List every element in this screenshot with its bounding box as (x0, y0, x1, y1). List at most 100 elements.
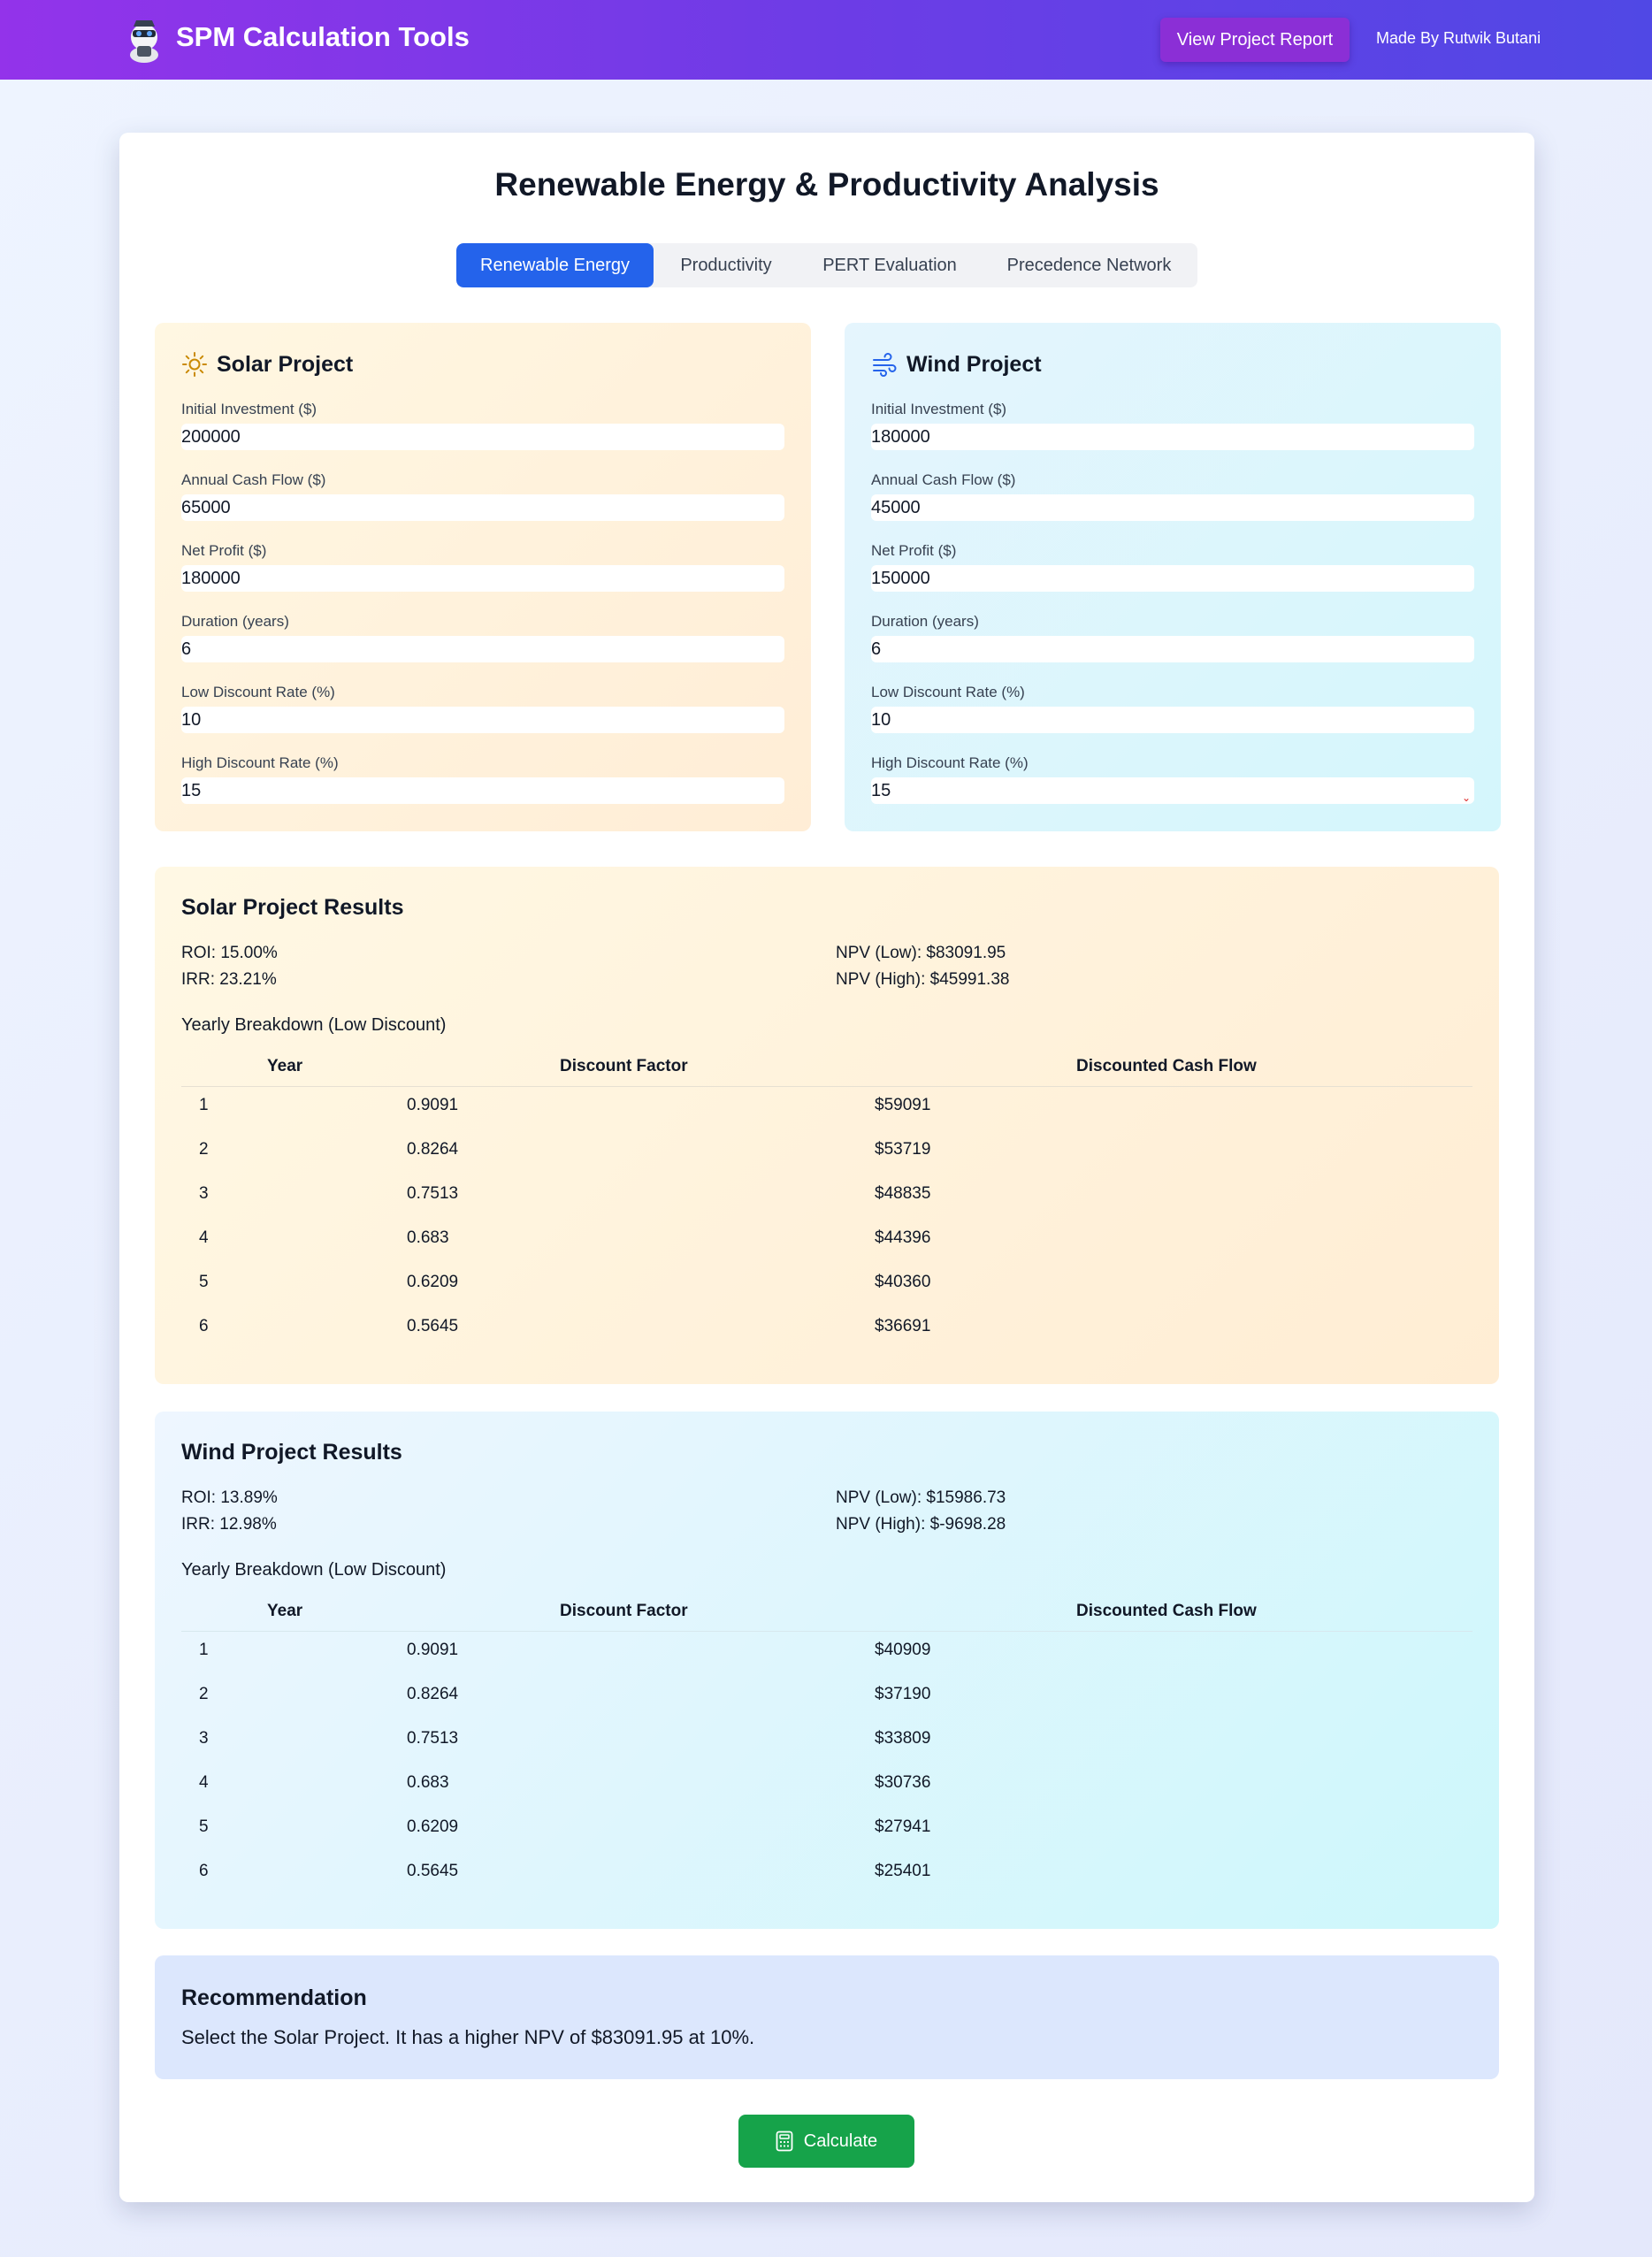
wind-breakdown-label: Yearly Breakdown (Low Discount) (181, 1560, 447, 1580)
solar-irr: IRR: 23.21% (181, 970, 277, 989)
cell-discount-factor: 0.8264 (407, 1140, 459, 1159)
cell-year: 1 (199, 1641, 209, 1659)
cell-year: 2 (199, 1140, 209, 1159)
calculate-button[interactable]: Calculate (738, 2115, 914, 2168)
table-row: 6 0.5645 $36691 (181, 1308, 1472, 1352)
solar-duration-input[interactable]: 6 (181, 636, 784, 662)
tab-pert-evaluation[interactable]: PERT Evaluation (799, 243, 981, 287)
solar-roi: ROI: 15.00% (181, 944, 278, 962)
cell-discount-factor: 0.683 (407, 1773, 449, 1792)
cell-year: 1 (199, 1096, 209, 1114)
table-header: Year Discount Factor Discounted Cash Flo… (181, 1057, 1472, 1087)
field-label: High Discount Rate (%) (871, 754, 1029, 771)
wind-breakdown-table: Year Discount Factor Discounted Cash Flo… (181, 1602, 1472, 1897)
cell-discounted-cash-flow: $40909 (875, 1641, 931, 1659)
solar-breakdown-table: Year Discount Factor Discounted Cash Flo… (181, 1057, 1472, 1352)
wind-low-discount-field: Low Discount Rate (%) 10 (871, 684, 1474, 733)
wind-annual-cash-flow-field: Annual Cash Flow ($) 45000 (871, 471, 1474, 521)
solar-project-panel: Solar Project Initial Investment ($) 200… (155, 323, 811, 831)
solar-annual-cash-flow-field: Annual Cash Flow ($) 65000 (181, 471, 784, 521)
table-row: 5 0.6209 $40360 (181, 1264, 1472, 1308)
column-header-discount-factor: Discount Factor (560, 1602, 688, 1620)
table-row: 4 0.683 $44396 (181, 1220, 1472, 1264)
table-row: 6 0.5645 $25401 (181, 1853, 1472, 1897)
cell-discount-factor: 0.6209 (407, 1817, 459, 1836)
solar-initial-investment-input[interactable]: 200000 (181, 424, 784, 450)
wind-initial-investment-field: Initial Investment ($) 180000 (871, 401, 1474, 450)
view-project-report-button[interactable]: View Project Report (1160, 18, 1350, 62)
cell-discounted-cash-flow: $37190 (875, 1685, 931, 1703)
solar-duration-field: Duration (years) 6 (181, 613, 784, 662)
field-label: Duration (years) (181, 613, 289, 630)
wind-high-discount-input[interactable]: 15 ⌄ (871, 777, 1474, 804)
cell-year: 6 (199, 1862, 209, 1880)
cell-discounted-cash-flow: $36691 (875, 1317, 931, 1335)
recommendation-text: Select the Solar Project. It has a highe… (181, 2026, 755, 2048)
top-navbar: SPM Calculation Tools View Project Repor… (0, 0, 1652, 80)
tab-productivity[interactable]: Productivity (654, 243, 799, 287)
column-header-year: Year (267, 1057, 303, 1075)
cell-discounted-cash-flow: $44396 (875, 1228, 931, 1247)
wind-low-discount-input[interactable]: 10 (871, 707, 1474, 733)
cell-discounted-cash-flow: $30736 (875, 1773, 931, 1792)
solar-high-discount-input[interactable]: 15 (181, 777, 784, 804)
cell-discounted-cash-flow: $33809 (875, 1729, 931, 1748)
column-header-discounted-cash-flow: Discounted Cash Flow (1076, 1602, 1257, 1620)
wind-duration-input[interactable]: 6 (871, 636, 1474, 662)
cell-discount-factor: 0.8264 (407, 1685, 459, 1703)
cell-year: 5 (199, 1817, 209, 1836)
column-header-discount-factor: Discount Factor (560, 1057, 688, 1075)
solar-project-title: Solar Project (217, 351, 354, 377)
table-row: 4 0.683 $30736 (181, 1764, 1472, 1809)
wind-high-discount-value: 15 (871, 781, 891, 800)
app-title: SPM Calculation Tools (176, 21, 470, 52)
wind-project-panel: Wind Project Initial Investment ($) 1800… (845, 323, 1501, 831)
field-label: Annual Cash Flow ($) (181, 471, 326, 488)
cell-discounted-cash-flow: $27941 (875, 1817, 931, 1836)
tab-bar: Renewable Energy Productivity PERT Evalu… (456, 243, 1197, 287)
wind-net-profit-field: Net Profit ($) 150000 (871, 542, 1474, 592)
cell-discounted-cash-flow: $48835 (875, 1184, 931, 1203)
wind-npv-high: NPV (High): $-9698.28 (836, 1515, 1006, 1534)
recommendation-title: Recommendation (181, 1985, 367, 2010)
wind-net-profit-input[interactable]: 150000 (871, 565, 1474, 592)
solar-breakdown-label: Yearly Breakdown (Low Discount) (181, 1015, 447, 1035)
field-label: High Discount Rate (%) (181, 754, 339, 771)
wind-icon (873, 353, 897, 377)
solar-high-discount-field: High Discount Rate (%) 15 (181, 754, 784, 804)
table-row: 5 0.6209 $27941 (181, 1809, 1472, 1853)
cell-discounted-cash-flow: $40360 (875, 1273, 931, 1291)
solar-low-discount-input[interactable]: 10 (181, 707, 784, 733)
cell-discount-factor: 0.9091 (407, 1096, 459, 1114)
field-label: Initial Investment ($) (871, 401, 1007, 417)
cell-year: 5 (199, 1273, 209, 1291)
solar-initial-investment-field: Initial Investment ($) 200000 (181, 401, 784, 450)
wind-npv-low: NPV (Low): $15986.73 (836, 1488, 1006, 1507)
wind-annual-cash-flow-input[interactable]: 45000 (871, 494, 1474, 521)
cell-year: 4 (199, 1773, 209, 1792)
cell-discounted-cash-flow: $25401 (875, 1862, 931, 1880)
wind-irr: IRR: 12.98% (181, 1515, 277, 1534)
tab-precedence-network[interactable]: Precedence Network (981, 243, 1197, 287)
cell-year: 4 (199, 1228, 209, 1247)
solar-annual-cash-flow-input[interactable]: 65000 (181, 494, 784, 521)
stepper-arrow-icon[interactable]: ⌄ (1462, 784, 1471, 811)
cell-year: 3 (199, 1729, 209, 1748)
field-label: Initial Investment ($) (181, 401, 317, 417)
page-title: Renewable Energy & Productivity Analysis (494, 166, 1159, 203)
solar-results-section: Solar Project Results ROI: 15.00% IRR: 2… (155, 867, 1499, 1384)
solar-results-title: Solar Project Results (181, 895, 404, 920)
cell-discounted-cash-flow: $53719 (875, 1140, 931, 1159)
wind-initial-investment-input[interactable]: 180000 (871, 424, 1474, 450)
solar-npv-high: NPV (High): $45991.38 (836, 970, 1010, 989)
wind-project-title: Wind Project (906, 351, 1042, 377)
logo-icon (122, 16, 166, 64)
wind-roi: ROI: 13.89% (181, 1488, 278, 1507)
table-header: Year Discount Factor Discounted Cash Flo… (181, 1602, 1472, 1632)
column-header-year: Year (267, 1602, 303, 1620)
solar-net-profit-input[interactable]: 180000 (181, 565, 784, 592)
cell-discount-factor: 0.6209 (407, 1273, 459, 1291)
wind-duration-field: Duration (years) 6 (871, 613, 1474, 662)
tab-renewable-energy[interactable]: Renewable Energy (456, 243, 654, 287)
table-row: 2 0.8264 $53719 (181, 1131, 1472, 1175)
